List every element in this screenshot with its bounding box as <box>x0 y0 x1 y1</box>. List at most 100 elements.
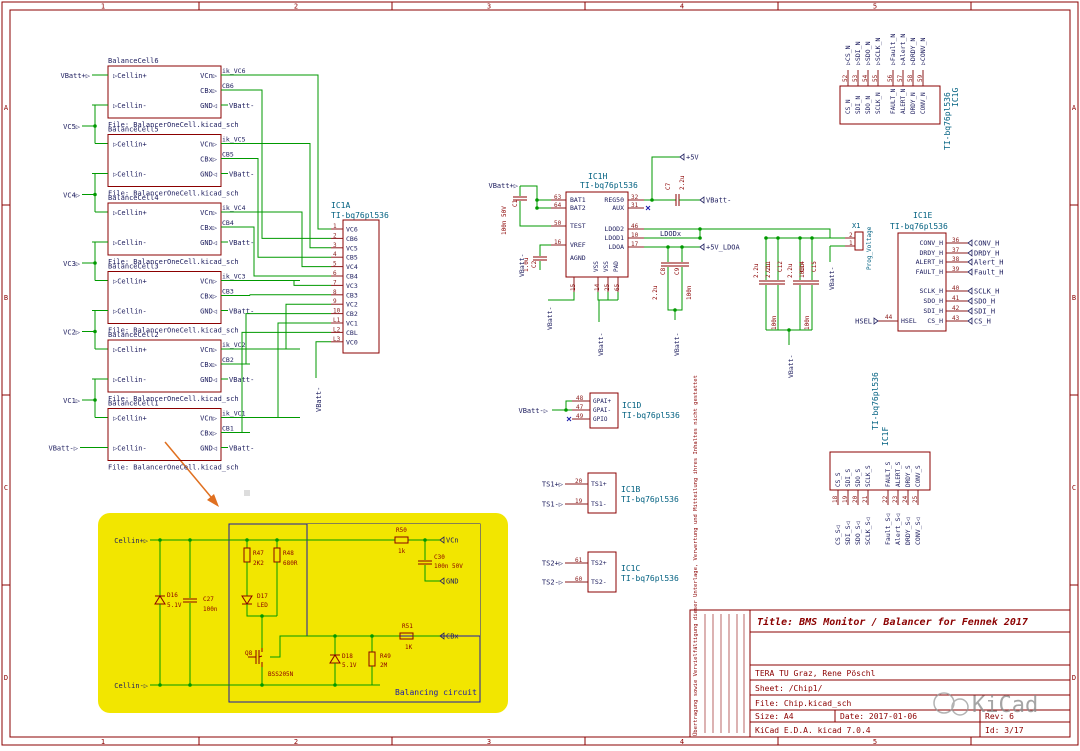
marker-square <box>244 490 250 496</box>
ic1g-net: ▷CS_N <box>844 45 852 65</box>
gnd-net-label: VBatt- <box>229 239 254 247</box>
wire <box>800 228 845 239</box>
ic1e-pin-num: 43 <box>952 315 960 322</box>
ic1h-pin-num: 64 <box>554 202 562 209</box>
cap-val: 2.2u <box>679 175 686 190</box>
ic1e-net: Alert_H <box>967 258 1004 267</box>
junction-dot <box>275 538 279 542</box>
sheet-pin-vcn: VCn▷ <box>200 346 218 354</box>
gnd-net-label: VBatt- <box>229 171 254 179</box>
ic1g-pin-name: CS_N <box>845 99 852 114</box>
net-name: SCLK_H <box>974 288 999 296</box>
d17-ref: D17 <box>257 593 268 600</box>
ic1a-pin-num: 4 <box>333 251 337 258</box>
cbx-net-label: CB5 <box>222 151 234 159</box>
ic1c-pin-name: TS2+ <box>591 559 607 567</box>
sheet-pin-top: ▷Cellin+ <box>113 278 147 286</box>
sheet-title: BalanceCell3 <box>108 263 159 271</box>
cell-input-label: VBatt-▷ <box>48 445 78 453</box>
x1-ref: X1 <box>852 222 860 230</box>
flag-shape <box>967 307 973 315</box>
cap-val: 2.2u <box>765 263 772 278</box>
cell-input-label: VC4▷ <box>63 192 81 200</box>
frame-row-label: D <box>4 674 8 682</box>
cap-c8-c9 <box>661 262 689 267</box>
cap-ldod <box>793 280 807 285</box>
d18-val: 5.1V <box>342 662 357 669</box>
ic1f-pin-num: 22 <box>882 495 889 503</box>
junction-dot <box>188 683 192 687</box>
ic1a-pin-name: CB2 <box>346 310 358 318</box>
frame-col-label: 2 <box>294 3 298 11</box>
flag-shape <box>967 249 973 257</box>
flag-shape <box>967 287 973 295</box>
wire <box>245 313 331 365</box>
junction-dot <box>245 538 249 542</box>
sheet-pin-bot: ▷Cellin- <box>113 445 147 453</box>
frame-col-label: 4 <box>680 3 684 11</box>
ic1h-pin-name: LDOD1 <box>604 234 624 242</box>
ic1b-net: TS1-▷ <box>542 501 564 509</box>
sheet-pin-gnd: GND◁ <box>200 445 217 453</box>
ic1e-hsel-name: HSEL <box>901 317 917 325</box>
ic1f-pin-name: CONV_S <box>915 465 922 487</box>
vbatt-label: VBatt- <box>518 254 526 277</box>
ic1e-net: CONV_H <box>967 239 999 248</box>
ic1a-pin-num: 3 <box>333 242 337 249</box>
cbx-net-label: CB1 <box>222 425 234 433</box>
ic1g-net: ▷CONV_N <box>919 38 927 65</box>
net-name: HSEL <box>855 318 872 326</box>
ic1e-pin-name: ALERT_H <box>916 258 943 266</box>
ic1d-net: VBatt-▷ <box>518 407 548 415</box>
ic1e-net: SCLK_H <box>967 287 999 296</box>
vcn-net-label: ik_VC4 <box>222 204 246 212</box>
ic1a-pin-name: VC5 <box>346 244 358 252</box>
junction-dot <box>650 198 654 202</box>
ic1e-pin-num: 40 <box>952 285 960 292</box>
ic1d-pin-name: GPIO <box>593 416 608 423</box>
sheet-title: BalanceCell2 <box>108 331 159 339</box>
ic1a-pin-name: VC1 <box>346 320 358 328</box>
kicad-watermark: KiCad <box>933 692 1038 718</box>
ic1h-bottom-num: 15 <box>570 283 577 291</box>
ic1d-part: TI-bq76pl536 <box>622 411 680 420</box>
gnd-net-label: VBatt- <box>229 445 254 453</box>
ldodx-label: LDODx <box>660 230 681 238</box>
cap-ref: C9 <box>674 267 681 275</box>
ic1c-body <box>587 551 617 593</box>
ic1h-bottom-num: 25 <box>604 283 611 291</box>
ic1f-ref: IC1F <box>881 427 890 446</box>
cell-input-label: VC5▷ <box>63 123 81 131</box>
sheet-pin-vcn: VCn▷ <box>200 72 218 80</box>
cbx-net-label: CB4 <box>222 219 234 227</box>
inset-cellin-plus: Cellin+▷ <box>114 537 149 545</box>
ic1f-pin-num: 21 <box>862 495 869 503</box>
q8-val: BSS205N <box>268 671 294 678</box>
ic1b-pin-num: 20 <box>575 478 583 485</box>
cell-input-label: VC2▷ <box>63 329 81 337</box>
ic1d-pin-name: GPAI- <box>593 407 611 414</box>
net-name: CONV_H <box>974 240 999 248</box>
ic1c-ref: IC1C <box>621 564 640 573</box>
ic1h-bottom-num: 65 <box>614 283 621 291</box>
wire <box>249 294 331 296</box>
ic1e-net: DRDY_H <box>967 249 999 258</box>
cap-val: 2.2u <box>787 263 794 278</box>
d17-val: LED <box>257 602 268 609</box>
ic1g-pin-name: SDO_N <box>865 96 872 114</box>
ic1b-net: TS1+▷ <box>542 481 564 489</box>
svg-text:Übertragung sowie Vervielfälti: Übertragung sowie Vervielfältigung diese… <box>692 375 699 736</box>
ic1a-pin-num: 8 <box>333 289 337 296</box>
cap-ldod <box>771 280 785 285</box>
ic1f-pin-name: SCLK_S <box>865 465 872 487</box>
sheet-pin-bot: ▷Cellin- <box>113 102 147 110</box>
wire <box>300 143 331 249</box>
d16-ref: D16 <box>167 592 178 599</box>
ic1f-net: CS_S◁ <box>834 525 842 545</box>
frame-row-label: B <box>1072 294 1076 302</box>
sheet-pin-top: ▷Cellin+ <box>113 346 147 354</box>
sheet-title: BalanceCell5 <box>108 126 159 134</box>
frame-row-label: A <box>1072 104 1077 112</box>
ic1g-pin-name: FAULT_N <box>890 88 897 114</box>
cap-ref: C12 <box>777 261 784 272</box>
